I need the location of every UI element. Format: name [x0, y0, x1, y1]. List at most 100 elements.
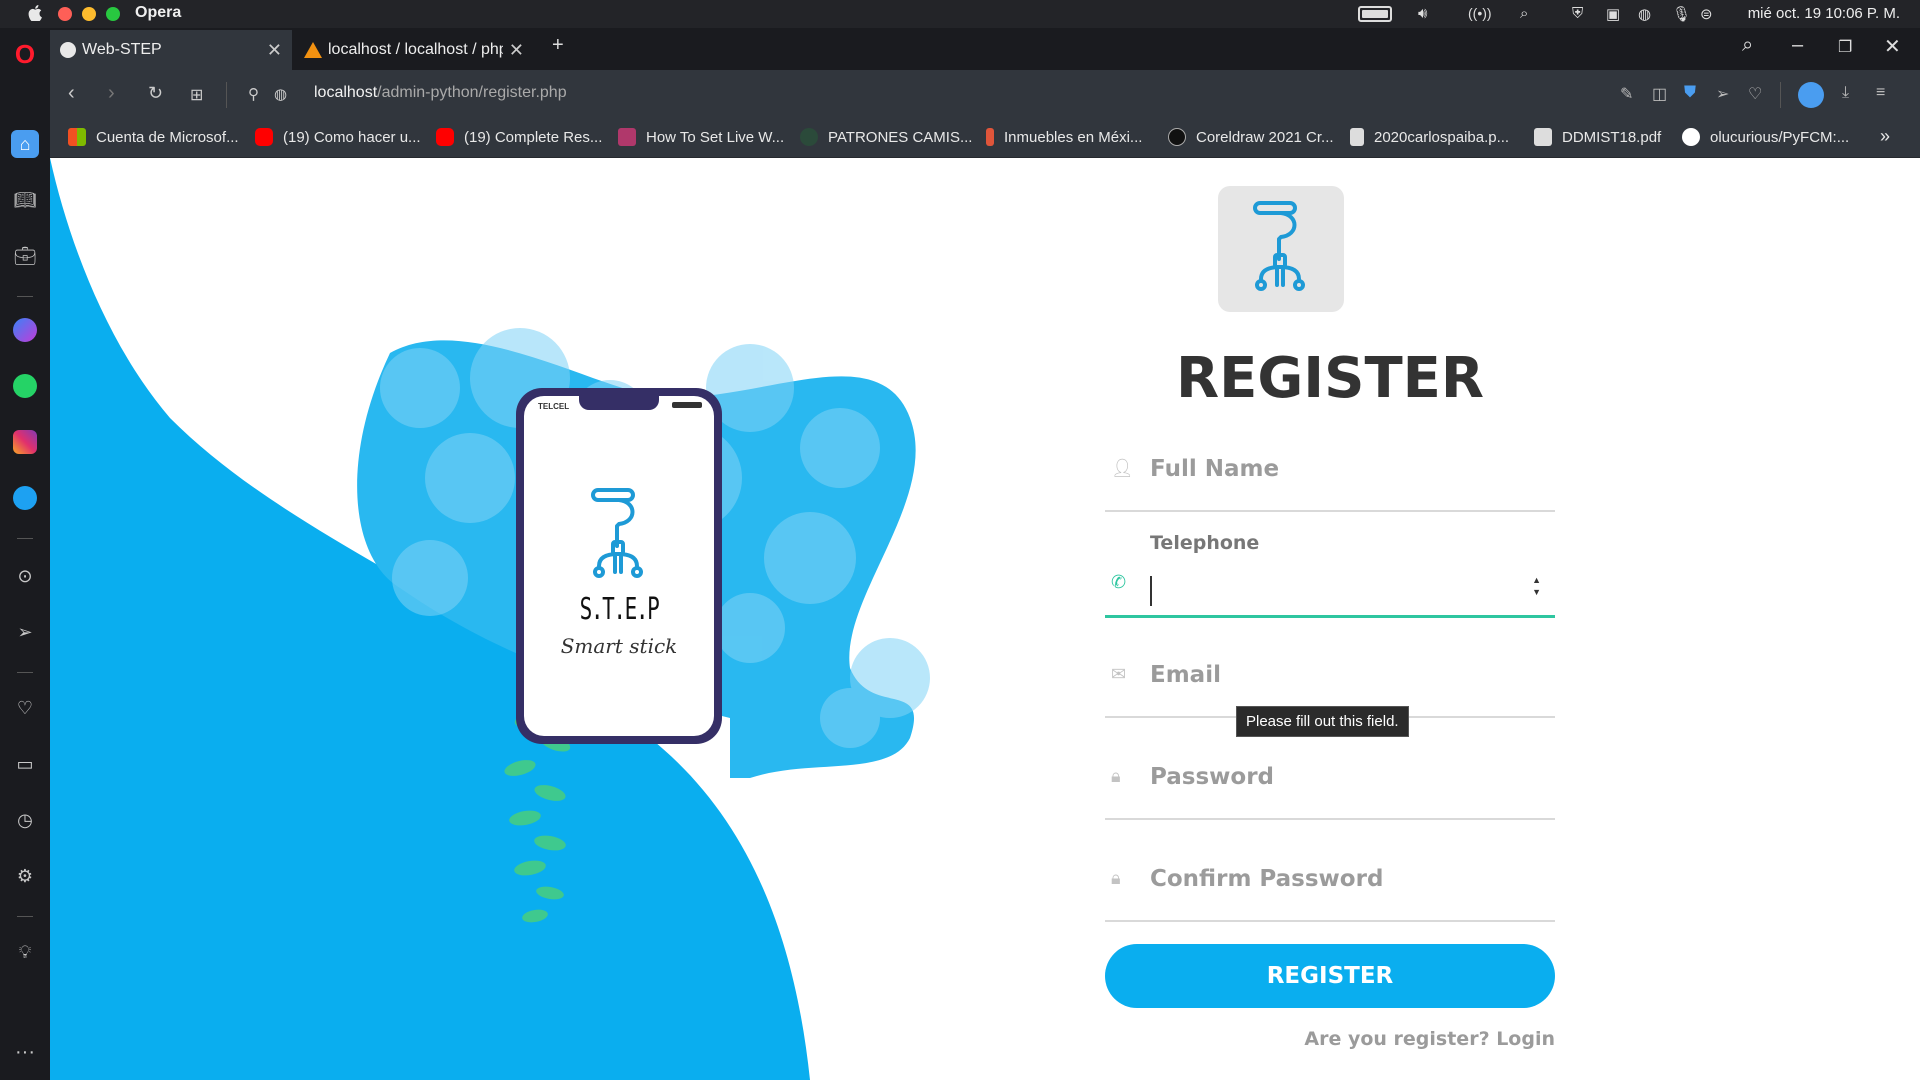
zoom-window-light[interactable] — [106, 7, 120, 21]
settings-gear-icon[interactable]: ⚙ — [11, 862, 39, 890]
instagram-icon[interactable] — [13, 430, 37, 454]
tips-lightbulb-icon[interactable]: 💡︎ — [11, 938, 39, 966]
control-center-icon[interactable]: ⊜ — [1700, 5, 1713, 23]
confirm-password-placeholder: Confirm Password — [1150, 866, 1384, 892]
phone-status-icons — [672, 402, 702, 408]
profile-avatar-icon[interactable] — [1798, 82, 1824, 108]
snapshot-edit-icon[interactable]: ✎ — [1620, 84, 1633, 104]
full-name-field[interactable]: 👤︎ Full Name — [1105, 430, 1555, 512]
microphone-icon[interactable]: 🎙︎ — [1672, 5, 1691, 23]
phone-brand: S.T.E.P — [579, 592, 660, 627]
battery-icon[interactable] — [1358, 6, 1392, 22]
full-name-placeholder: Full Name — [1150, 456, 1280, 482]
download-icon[interactable]: ⤓ — [1842, 84, 1849, 102]
new-tab-button[interactable]: + — [552, 34, 564, 57]
bookmark-label: Coreldraw 2021 Cr... — [1196, 128, 1334, 146]
heart-icon[interactable]: ♡ — [1748, 84, 1762, 104]
register-logo — [1218, 186, 1344, 312]
url-host: localhost — [314, 84, 378, 101]
wifi-icon[interactable]: ((•)) — [1468, 5, 1492, 21]
tab-web-step[interactable]: Web-STEP ✕ — [50, 30, 292, 70]
url-field[interactable]: localhost/admin-python/register.php — [314, 84, 567, 102]
number-spinner[interactable]: ▲ ▼ — [1532, 574, 1541, 598]
telephone-field[interactable]: Telephone ✆ ▲ ▼ — [1105, 520, 1555, 618]
history-icon[interactable]: ◷ — [11, 806, 39, 834]
home-icon[interactable]: ⌂ — [11, 130, 39, 158]
bookmark-label: (19) Complete Res... — [464, 128, 603, 146]
restore-button[interactable]: ❐ — [1838, 37, 1852, 57]
bookmarks-icon[interactable]: 📖︎ — [11, 186, 39, 214]
spotlight-search-icon[interactable]: ⌕ — [1520, 5, 1528, 22]
reload-button[interactable]: ↻ — [148, 83, 163, 104]
messenger-icon[interactable] — [13, 318, 37, 342]
close-window-light[interactable] — [58, 7, 72, 21]
tab-overview-icon[interactable]: ⊞ — [190, 85, 203, 105]
bookmark-item[interactable]: 2020carlospaiba.p... — [1350, 128, 1509, 146]
minimize-window-light[interactable] — [82, 7, 96, 21]
workspaces-icon[interactable]: 💼︎ — [11, 242, 39, 270]
bookmark-item[interactable]: How To Set Live W... — [618, 128, 784, 146]
phone-illustration: TELCEL S.T.E.P Smart stick — [516, 388, 722, 744]
bookmark-item[interactable]: Coreldraw 2021 Cr... — [1168, 128, 1334, 146]
bookmark-label: Cuenta de Microsof... — [96, 128, 239, 146]
site-info-globe-icon[interactable]: ◍ — [274, 85, 287, 103]
lock-icon: 🔒︎ — [1111, 868, 1121, 888]
divider — [1780, 82, 1781, 108]
bookmark-label: 2020carlospaiba.p... — [1374, 128, 1510, 146]
send-icon[interactable]: ➢ — [1716, 84, 1729, 104]
register-button[interactable]: REGISTER — [1105, 944, 1555, 1008]
close-tab-icon[interactable]: ✕ — [267, 40, 282, 61]
forward-button[interactable]: › — [108, 82, 115, 105]
tab-phpmyadmin[interactable]: localhost / localhost / php ✕ — [294, 30, 534, 70]
password-field[interactable]: 🔒︎ Password — [1105, 736, 1555, 820]
app-name[interactable]: Opera — [135, 4, 181, 22]
bookmark-item[interactable]: (19) Como hacer u... — [255, 128, 421, 146]
bookmark-item[interactable]: Inmuebles en Méxi... — [986, 128, 1142, 146]
minimize-button[interactable]: – — [1792, 34, 1803, 57]
confirm-password-field[interactable]: 🔒︎ Confirm Password — [1105, 838, 1555, 922]
player-icon[interactable]: ⊙ — [11, 562, 39, 590]
more-bookmarks-icon[interactable]: » — [1880, 126, 1890, 147]
globe-icon[interactable]: ◍ — [1638, 5, 1651, 23]
volume-icon[interactable]: 🔊︎ — [1418, 5, 1427, 22]
extension-icon[interactable]: ▣ — [1606, 5, 1620, 23]
bookmark-item[interactable]: Cuenta de Microsof... — [68, 128, 239, 146]
back-button[interactable]: ‹ — [68, 82, 75, 105]
d-icon — [1534, 128, 1552, 146]
bookmarks-bar: Cuenta de Microsof... (19) Como hacer u.… — [50, 120, 1920, 158]
divider — [226, 82, 227, 108]
apple-icon[interactable] — [28, 5, 42, 21]
heart-icon[interactable]: ♡ — [11, 694, 39, 722]
divider — [17, 538, 33, 539]
flow-send-icon[interactable]: ➢ — [11, 618, 39, 646]
clock[interactable]: mié oct. 19 10:06 P. M. — [1748, 5, 1900, 22]
camera-icon[interactable]: ◫ — [1652, 84, 1667, 104]
youtube-icon — [436, 128, 454, 146]
easy-setup-icon[interactable]: ≡ — [1876, 84, 1885, 102]
whatsapp-icon[interactable] — [13, 374, 37, 398]
tabs-snapshot-icon[interactable]: ▭ — [11, 750, 39, 778]
vpn-shield-icon[interactable]: ⛊ — [1684, 84, 1696, 102]
bookmark-item[interactable]: (19) Complete Res... — [436, 128, 602, 146]
shield-icon[interactable]: ⛨ — [1572, 5, 1583, 22]
phone-carrier: TELCEL — [538, 402, 570, 411]
opera-logo-icon[interactable]: O — [11, 39, 39, 69]
phone-icon: ✆ — [1111, 572, 1127, 592]
tab-title: localhost / localhost / php — [328, 41, 503, 58]
phone-notch — [579, 396, 659, 410]
divider — [17, 916, 33, 917]
twitter-icon[interactable] — [13, 486, 37, 510]
bookmark-item[interactable]: olucurious/PyFCM:... — [1682, 128, 1849, 146]
tab-search-icon[interactable]: ⌕ — [1742, 34, 1753, 57]
more-options-icon[interactable]: ··· — [11, 1038, 39, 1066]
close-tab-icon[interactable]: ✕ — [509, 40, 524, 61]
bookmark-label: PATRONES CAMIS... — [828, 128, 973, 146]
bookmark-item[interactable]: PATRONES CAMIS... — [800, 128, 972, 146]
close-window-button[interactable]: ✕ — [1884, 34, 1901, 59]
phpmyadmin-icon — [304, 42, 322, 58]
login-link[interactable]: Are you register? Login — [1105, 1028, 1555, 1050]
key-icon[interactable]: ⚲ — [248, 85, 259, 103]
bookmark-label: olucurious/PyFCM:... — [1710, 128, 1850, 146]
bookmark-item[interactable]: DDMIST18.pdf — [1534, 128, 1661, 146]
tab-bar: Web-STEP ✕ localhost / localhost / php ✕… — [0, 28, 1920, 70]
